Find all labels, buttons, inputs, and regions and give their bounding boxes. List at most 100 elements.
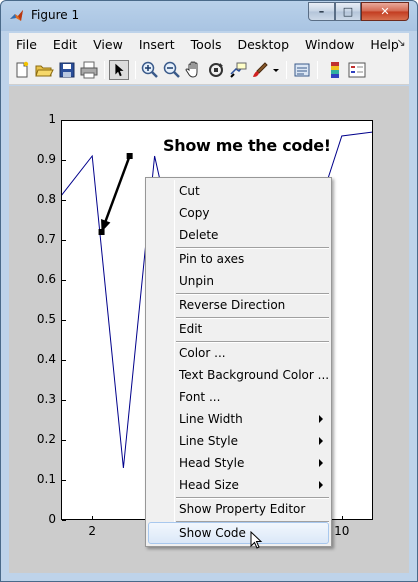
toolbar-separator (317, 61, 318, 79)
minimize-button[interactable]: – (308, 2, 335, 21)
data-cursor-icon[interactable] (228, 60, 248, 80)
y-tick-label: 0.3 (36, 392, 56, 406)
menu-item-line-width[interactable]: Line Width (148, 408, 329, 430)
menu-window[interactable]: Window (297, 37, 354, 52)
y-tick-label: 0.8 (36, 192, 56, 206)
menu-tools[interactable]: Tools (183, 37, 222, 52)
print-icon[interactable] (79, 60, 99, 80)
edit-plot-arrow-icon[interactable] (109, 60, 129, 80)
menu-item-edit[interactable]: Edit (148, 318, 329, 340)
undock-icon[interactable]: ↘ (394, 36, 408, 50)
context-menu: Cut Copy Delete Pin to axes Unpin Revers… (145, 177, 332, 547)
menu-item-label: Reverse Direction (179, 298, 286, 312)
toolbar-separator (104, 61, 105, 79)
menu-bar: File Edit View Insert Tools Desktop Wind… (9, 33, 409, 55)
y-tick-mark (62, 120, 66, 121)
zoom-out-icon[interactable] (162, 60, 182, 80)
menu-item-label: Head Size (179, 478, 239, 492)
menu-item-head-size[interactable]: Head Size (148, 474, 329, 496)
title-bar[interactable]: Figure 1 – □ ✕ (1, 1, 417, 31)
y-tick-label: 1 (48, 112, 56, 126)
menu-insert[interactable]: Insert (131, 37, 175, 52)
x-tick-label: 10 (334, 524, 350, 538)
menu-desktop[interactable]: Desktop (229, 37, 289, 52)
menu-item-label: Text Background Color ... (179, 368, 330, 382)
menu-file[interactable]: File (9, 37, 37, 52)
mouse-cursor-icon (250, 531, 263, 549)
menu-item-delete[interactable]: Delete (148, 224, 329, 246)
menu-item-color[interactable]: Color ... (148, 342, 329, 364)
colorbar-icon[interactable] (325, 60, 345, 80)
window-title: Figure 1 (31, 8, 80, 22)
save-icon[interactable] (57, 60, 77, 80)
x-tick-mark (342, 516, 343, 520)
menu-item-cut[interactable]: Cut (148, 180, 329, 202)
menu-item-label: Cut (179, 184, 200, 198)
menu-item-show-property-editor[interactable]: Show Property Editor (148, 498, 329, 520)
open-file-icon[interactable] (34, 60, 54, 80)
menu-item-text-background-color[interactable]: Text Background Color ... (148, 364, 329, 386)
menu-item-font[interactable]: Font ... (148, 386, 329, 408)
x-tick-label: 2 (88, 524, 96, 538)
brush-dropdown-icon[interactable] (271, 60, 281, 80)
y-tick-mark (62, 400, 66, 401)
menu-item-show-code[interactable]: Show Code (148, 522, 329, 544)
rotate-3d-icon[interactable] (206, 60, 226, 80)
toolbar-separator (286, 61, 287, 79)
link-plot-icon[interactable] (292, 60, 312, 80)
submenu-arrow-icon (319, 415, 323, 423)
y-tick-label: 0.9 (36, 152, 56, 166)
menu-item-label: Pin to axes (179, 252, 245, 266)
menu-item-pin-to-axes[interactable]: Pin to axes (148, 248, 329, 270)
menu-item-label: Line Width (179, 412, 243, 426)
figure-toolbar (9, 55, 409, 85)
menu-item-label: Delete (179, 228, 219, 242)
y-tick-mark (62, 520, 66, 521)
menu-item-label: Unpin (179, 274, 214, 288)
menu-item-line-style[interactable]: Line Style (148, 430, 329, 452)
y-tick-label: 0.7 (36, 232, 56, 246)
menu-item-label: Copy (179, 206, 210, 220)
annotation-text[interactable]: Show me the code! (163, 136, 331, 155)
maximize-button[interactable]: □ (335, 2, 361, 21)
menu-item-copy[interactable]: Copy (148, 202, 329, 224)
y-tick-mark (62, 280, 66, 281)
menu-item-label: Font ... (179, 390, 221, 404)
maximize-icon: □ (342, 5, 354, 18)
zoom-in-icon[interactable] (140, 60, 160, 80)
close-button[interactable]: ✕ (361, 2, 409, 21)
menu-item-label: Color ... (179, 346, 226, 360)
submenu-arrow-icon (319, 459, 323, 467)
menu-item-label: Head Style (179, 456, 245, 470)
minimize-icon: – (318, 5, 325, 18)
pan-hand-icon[interactable] (184, 60, 204, 80)
y-tick-label: 0.6 (36, 272, 56, 286)
y-tick-mark (62, 200, 66, 201)
y-tick-mark (62, 440, 66, 441)
y-tick-label: 0.1 (36, 472, 56, 486)
y-tick-mark (62, 160, 66, 161)
x-tick-mark (92, 516, 93, 520)
y-tick-label: 0 (48, 512, 56, 526)
y-tick-mark (62, 360, 66, 361)
y-tick-mark (62, 240, 66, 241)
menu-edit[interactable]: Edit (45, 37, 77, 52)
submenu-arrow-icon (319, 437, 323, 445)
new-figure-icon[interactable] (12, 60, 32, 80)
menu-item-label: Show Code (179, 526, 246, 540)
close-icon: ✕ (380, 5, 390, 18)
matlab-icon (10, 10, 23, 21)
menu-view[interactable]: View (85, 37, 123, 52)
toolbar-separator (135, 61, 136, 79)
menu-item-label: Line Style (179, 434, 238, 448)
menu-item-head-style[interactable]: Head Style (148, 452, 329, 474)
legend-icon[interactable] (347, 60, 367, 80)
menu-item-unpin[interactable]: Unpin (148, 270, 329, 292)
menu-item-reverse-direction[interactable]: Reverse Direction (148, 294, 329, 316)
y-tick-mark (62, 480, 66, 481)
y-tick-label: 0.4 (36, 352, 56, 366)
y-tick-label: 0.2 (36, 432, 56, 446)
y-tick-mark (62, 320, 66, 321)
brush-icon[interactable] (250, 60, 270, 80)
submenu-arrow-icon (319, 481, 323, 489)
